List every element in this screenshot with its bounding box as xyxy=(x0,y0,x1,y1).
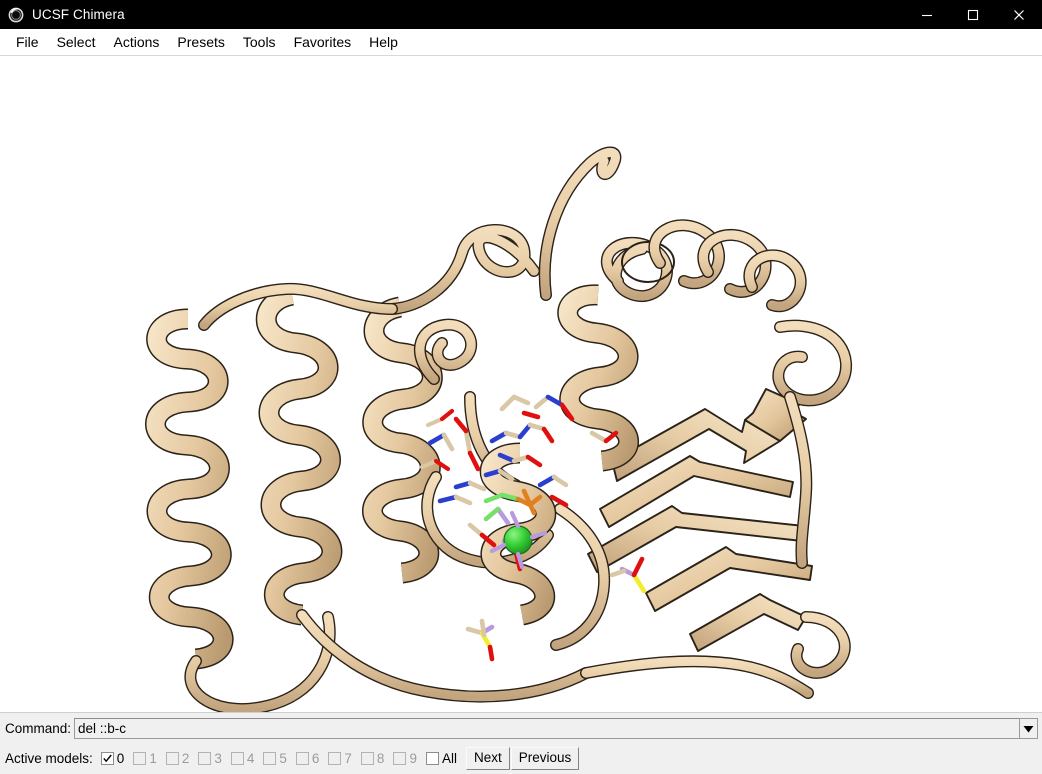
model-checkbox-all[interactable]: All xyxy=(425,751,464,766)
protein-ribbon-render: .rib { stroke:#2b2218; stroke-width:1.9;… xyxy=(0,57,1042,712)
menu-item-tools[interactable]: Tools xyxy=(234,32,285,53)
active-models-row: Active models: 0 1 2 3 4 5 6 7 8 9 All N… xyxy=(0,744,1042,773)
checkbox-box[interactable] xyxy=(165,752,179,765)
window-title: UCSF Chimera xyxy=(32,7,125,22)
checkbox-label: 9 xyxy=(409,751,417,766)
check-icon xyxy=(103,754,112,763)
model-checkbox-6[interactable]: 6 xyxy=(295,751,327,766)
command-row: Command: xyxy=(0,713,1042,744)
bottom-status-panel: Command: Active models: 0 1 2 xyxy=(0,712,1042,774)
command-label: Command: xyxy=(5,721,72,736)
metal-ion-sphere xyxy=(503,525,533,555)
chevron-down-icon[interactable] xyxy=(1019,718,1038,739)
checkbox-box[interactable] xyxy=(425,752,439,765)
active-models-label: Active models: xyxy=(5,751,93,766)
checkbox-label: 7 xyxy=(344,751,352,766)
checkbox-label: 6 xyxy=(311,751,320,766)
menu-item-presets[interactable]: Presets xyxy=(168,32,233,53)
menu-item-help[interactable]: Help xyxy=(360,32,407,53)
checkbox-label: 1 xyxy=(149,751,157,766)
chimera-sphere-icon xyxy=(8,7,24,23)
checkbox-box[interactable] xyxy=(393,752,407,765)
checkbox-box[interactable] xyxy=(198,752,212,765)
checkbox-label: 0 xyxy=(116,751,125,766)
menu-bar: File Select Actions Presets Tools Favori… xyxy=(0,29,1042,56)
checkbox-label: 2 xyxy=(181,751,190,766)
model-checkbox-0[interactable]: 0 xyxy=(100,751,132,766)
maximize-icon[interactable] xyxy=(950,0,996,29)
model-checkbox-7[interactable]: 7 xyxy=(328,751,359,766)
checkbox-label: 3 xyxy=(214,751,222,766)
menu-item-file[interactable]: File xyxy=(7,32,48,53)
previous-button[interactable]: Previous xyxy=(510,747,580,770)
checkbox-box[interactable] xyxy=(263,752,277,765)
menu-item-favorites[interactable]: Favorites xyxy=(285,32,361,53)
window-controls xyxy=(904,0,1042,29)
next-button[interactable]: Next xyxy=(465,747,510,770)
checkbox-box[interactable] xyxy=(100,752,114,765)
checkbox-box[interactable] xyxy=(133,752,147,765)
checkbox-label: 4 xyxy=(246,751,255,766)
model-checkbox-3[interactable]: 3 xyxy=(198,751,229,766)
title-bar: UCSF Chimera xyxy=(0,0,1042,29)
model-checkbox-9[interactable]: 9 xyxy=(393,751,424,766)
menu-item-select[interactable]: Select xyxy=(48,32,105,53)
checkbox-box[interactable] xyxy=(360,752,374,765)
checkbox-box[interactable] xyxy=(230,752,244,765)
checkbox-box[interactable] xyxy=(328,752,342,765)
menu-item-actions[interactable]: Actions xyxy=(104,32,168,53)
checkbox-label: All xyxy=(441,751,457,766)
model-checkbox-5[interactable]: 5 xyxy=(263,751,294,766)
checkbox-label: 8 xyxy=(376,751,385,766)
close-icon[interactable] xyxy=(996,0,1042,29)
molecular-viewport-3d[interactable]: .rib { stroke:#2b2218; stroke-width:1.9;… xyxy=(0,57,1042,712)
checkbox-label: 5 xyxy=(279,751,287,766)
command-input[interactable] xyxy=(74,718,1019,739)
model-checkbox-2[interactable]: 2 xyxy=(165,751,197,766)
model-checkbox-8[interactable]: 8 xyxy=(360,751,392,766)
checkbox-box[interactable] xyxy=(295,752,309,765)
model-checkbox-1[interactable]: 1 xyxy=(133,751,164,766)
model-checkbox-4[interactable]: 4 xyxy=(230,751,262,766)
minimize-icon[interactable] xyxy=(904,0,950,29)
